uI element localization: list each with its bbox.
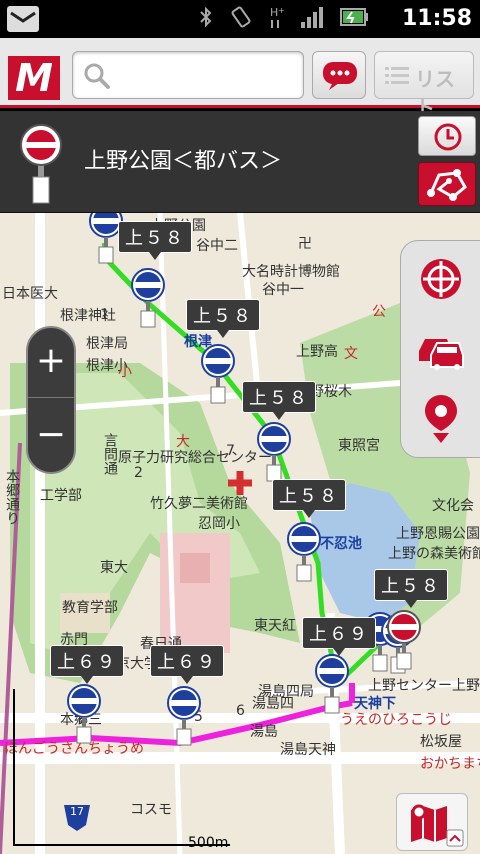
map-label: 上野高: [296, 344, 338, 360]
search-icon: [84, 63, 110, 89]
current-location-button[interactable]: [413, 251, 469, 307]
zoom-in-button[interactable]: +: [28, 328, 74, 398]
bus-route-tag[interactable]: 上５８: [118, 221, 192, 260]
map-label: 東天紅: [254, 618, 296, 634]
selected-stop-marker[interactable]: [384, 609, 424, 671]
bus-route-tag[interactable]: 上５８: [242, 381, 316, 420]
map-label: 教育学部: [62, 600, 118, 616]
notification-icon[interactable]: [6, 5, 40, 33]
map-label: 小: [118, 364, 132, 380]
svg-text:+: +: [278, 6, 285, 15]
scale-label: 500m: [188, 835, 229, 851]
map-label: 7: [226, 443, 235, 459]
map-label: 原子力研究総合センター: [118, 450, 272, 466]
pin-drop-button[interactable]: [413, 391, 469, 447]
timetable-button[interactable]: [418, 116, 476, 156]
map-label: 卍: [298, 236, 312, 252]
bus-stop-icon: [20, 124, 62, 204]
status-icons: H +: [198, 6, 370, 32]
map-label: 大: [176, 434, 190, 450]
bus-route-tag[interactable]: 上６９: [150, 645, 224, 684]
map-label: 上野恩賜公園: [396, 526, 480, 542]
bus-stop-marker[interactable]: [312, 653, 352, 715]
map-label: 東照宮: [338, 438, 380, 454]
app-root: H + 11:58 M リスト 上野公園＜都バス＞ 根津神社 根津局 根津 根津…: [0, 0, 480, 854]
message-button[interactable]: [312, 51, 366, 99]
map-label: おかちまち: [420, 756, 480, 772]
map-layers-icon: [411, 804, 464, 847]
map-label: 湯島四局: [258, 684, 314, 700]
traffic-button[interactable]: [413, 321, 469, 377]
traffic-cars-icon: [419, 339, 464, 370]
map-label: 6: [236, 703, 245, 719]
map-label: 不忍池: [320, 536, 362, 552]
map-pin-icon: [425, 395, 457, 443]
data-hplus-icon: H +: [268, 4, 286, 34]
map-label: 言問通: [102, 433, 118, 475]
map-label: 根津局: [86, 336, 128, 352]
bus-stop-marker[interactable]: [284, 521, 324, 583]
list-icon: [385, 67, 409, 84]
bus-route-tag[interactable]: 上６９: [302, 617, 376, 656]
route-map-button[interactable]: [418, 162, 476, 206]
map-label: 本郷通り: [4, 469, 20, 525]
map-label: 谷中一: [262, 282, 304, 298]
zoom-control: + −: [26, 326, 76, 474]
clock-icon: [434, 123, 462, 151]
map-label: 竹久夢二美術館: [150, 496, 248, 512]
map-label: 湯島天神: [280, 742, 336, 758]
bus-route-tag[interactable]: 上６９: [50, 645, 124, 684]
map-label: 1: [100, 307, 109, 323]
app-logo[interactable]: M: [8, 56, 60, 100]
bus-stop-marker[interactable]: [198, 343, 238, 405]
bus-stop-marker[interactable]: [254, 421, 294, 483]
clock-time: 11:58: [401, 6, 472, 31]
map-view[interactable]: 上野公園根津神社根津局根津根津小日本医大大名時計博物館谷中一谷中二谷中上野高上野…: [0, 213, 480, 854]
map-label: 2: [134, 465, 143, 481]
bus-route-tag[interactable]: 上５８: [272, 479, 346, 518]
map-label: 工学部: [40, 488, 82, 504]
battery-icon: [340, 5, 370, 33]
search-input[interactable]: [72, 51, 304, 99]
route-network-icon: [427, 169, 467, 201]
map-label: 文: [344, 346, 358, 362]
map-label: 谷中二: [196, 238, 238, 254]
map-label: 上野センター: [368, 678, 452, 694]
map-label: 上野: [452, 678, 480, 694]
bus-stop-marker[interactable]: [128, 267, 168, 329]
stop-name: 上野公園＜都バス＞: [84, 149, 283, 174]
signal-icon: [300, 5, 326, 33]
map-label: 上野の森美術館: [388, 546, 480, 562]
crosshair-icon: [421, 259, 461, 299]
map-label: 湯島: [250, 724, 278, 740]
search-header: M リスト: [0, 38, 480, 120]
map-label: 松坂屋: [420, 734, 462, 750]
map-label: 大名時計博物館: [242, 264, 340, 280]
map-tool-panel: [400, 240, 480, 458]
stop-info-bar: 上野公園＜都バス＞: [0, 111, 480, 213]
map-layer-button[interactable]: [396, 793, 468, 851]
map-label: 文化会: [432, 498, 474, 514]
zoom-out-button[interactable]: −: [28, 400, 74, 472]
map-label: 公: [372, 304, 386, 320]
speech-bubble-icon: [323, 62, 357, 90]
map-label: うえのひろこうじ: [340, 712, 452, 728]
scale-bar: [13, 689, 230, 846]
list-button[interactable]: リスト: [374, 51, 474, 120]
bus-route-tag[interactable]: 上５８: [186, 299, 260, 338]
map-label: 東大: [100, 560, 128, 576]
map-label: 日本医大: [2, 286, 58, 302]
status-bar: H + 11:58: [0, 0, 480, 38]
rotation-icon: [228, 5, 254, 33]
bluetooth-icon: [198, 5, 214, 33]
bus-route-tag[interactable]: 上５８: [374, 569, 448, 608]
map-label: 忍岡小: [198, 516, 240, 532]
